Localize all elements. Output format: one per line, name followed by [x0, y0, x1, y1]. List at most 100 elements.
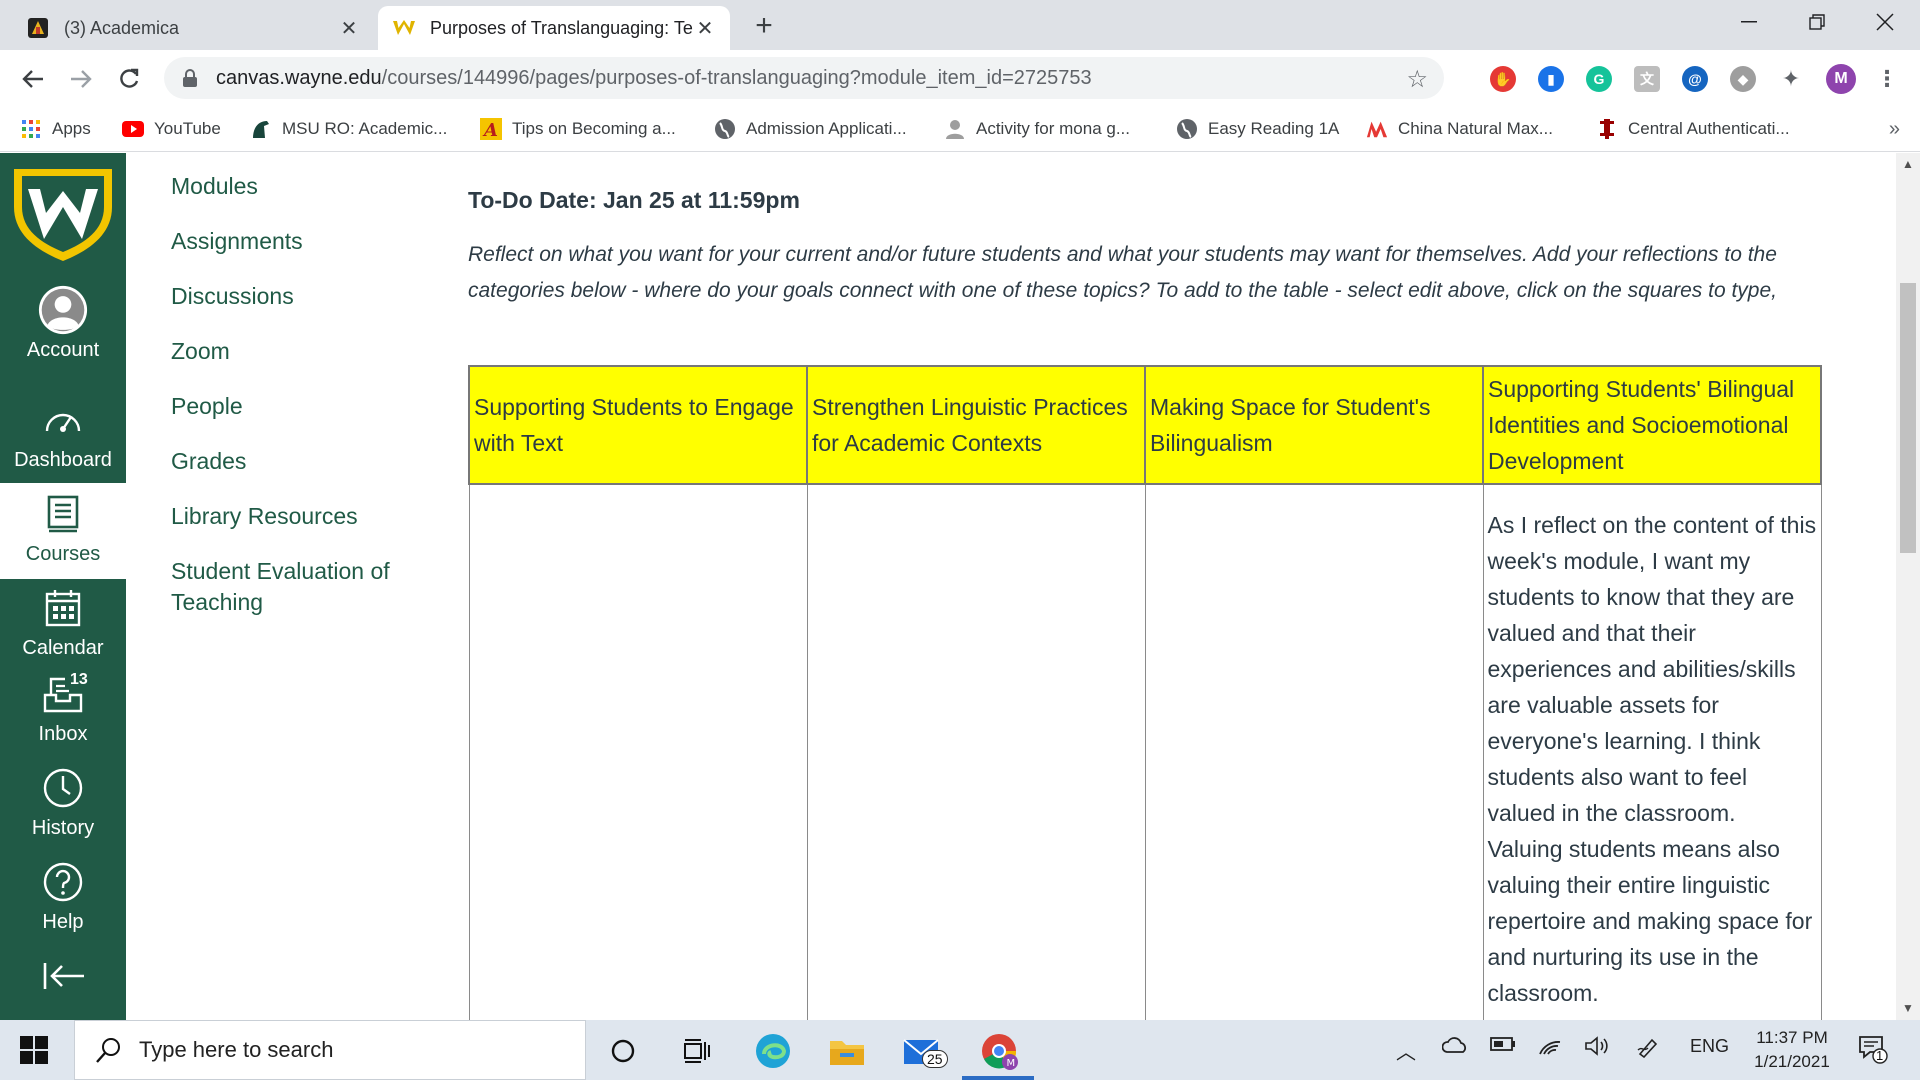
- browser-menu-icon[interactable]: ⋮: [1874, 66, 1900, 92]
- reload-icon[interactable]: [112, 62, 146, 96]
- bookmark-admission[interactable]: Admission Applicati...: [714, 114, 907, 144]
- nav-help[interactable]: Help: [0, 857, 126, 947]
- bookmarks-overflow-button[interactable]: »: [1889, 118, 1900, 141]
- restore-window-icon[interactable]: [1782, 0, 1852, 44]
- nav-account[interactable]: Account: [0, 285, 126, 375]
- table-cell[interactable]: As I reflect on the content of this week…: [1482, 483, 1822, 1020]
- minimize-window-icon[interactable]: [1714, 0, 1784, 44]
- vertical-scrollbar[interactable]: ▲ ▼: [1896, 153, 1920, 1020]
- bookmark-easy-reading[interactable]: Easy Reading 1A: [1176, 114, 1339, 144]
- instructions-text: Reflect on what you want for your curren…: [468, 243, 1778, 302]
- course-link-discussions[interactable]: Discussions: [171, 281, 431, 312]
- mail-icon[interactable]: 25: [900, 1030, 948, 1072]
- task-view-icon[interactable]: [676, 1030, 718, 1072]
- chrome-icon[interactable]: M: [978, 1030, 1020, 1072]
- bookmark-china-natural[interactable]: China Natural Max...: [1366, 114, 1553, 144]
- page-content: To-Do Date: Jan 25 at 11:59pm Reflect on…: [466, 153, 1896, 1020]
- avatar-icon: [38, 285, 88, 335]
- onedrive-icon[interactable]: [1441, 1036, 1468, 1059]
- course-link-modules[interactable]: Modules: [171, 171, 431, 202]
- close-tab-icon[interactable]: ✕: [338, 17, 360, 40]
- active-app-indicator: [962, 1076, 1034, 1080]
- table-cell[interactable]: [1144, 483, 1484, 1020]
- table-cell[interactable]: [468, 483, 808, 1020]
- profile-avatar[interactable]: M: [1826, 64, 1856, 94]
- scroll-up-arrow-icon[interactable]: ▲: [1902, 157, 1914, 171]
- bookmark-tips[interactable]: A Tips on Becoming a...: [480, 114, 676, 144]
- nav-inbox[interactable]: 13 Inbox: [0, 669, 126, 759]
- tab-academica[interactable]: (3) Academica ✕: [12, 6, 374, 50]
- action-center-icon[interactable]: 1: [1858, 1034, 1888, 1069]
- search-placeholder: Type here to search: [139, 1037, 334, 1062]
- reflection-table: Supporting Students to Engage with Text …: [468, 365, 1822, 1020]
- bookmark-label: Apps: [52, 119, 91, 138]
- bookmark-activity[interactable]: Activity for mona g...: [944, 114, 1130, 144]
- close-window-icon[interactable]: [1850, 0, 1920, 44]
- course-link-people[interactable]: People: [171, 391, 431, 422]
- volume-icon[interactable]: [1584, 1036, 1610, 1061]
- battery-icon[interactable]: [1490, 1036, 1516, 1057]
- table-header-row: Supporting Students to Engage with Text …: [468, 365, 1822, 485]
- course-link-student-evaluation[interactable]: Student Evaluation of Teaching: [171, 556, 431, 618]
- notification-count-badge: 1: [1876, 1048, 1884, 1063]
- bookmarks-bar: Apps YouTube MSU RO: Academic... A Tips …: [0, 106, 1920, 152]
- shield-extension-icon[interactable]: ◆: [1730, 66, 1756, 92]
- nav-label: Account: [26, 339, 100, 361]
- iu-logo-icon: [1596, 118, 1618, 140]
- nav-calendar[interactable]: Calendar: [0, 583, 126, 673]
- nav-history[interactable]: History: [0, 763, 126, 853]
- cortana-icon[interactable]: [602, 1030, 644, 1072]
- collapse-nav-icon[interactable]: [42, 961, 86, 991]
- pen-workspace-icon[interactable]: [1636, 1036, 1660, 1063]
- bookmark-msu-ro[interactable]: MSU RO: Academic...: [250, 114, 447, 144]
- scroll-down-arrow-icon[interactable]: ▼: [1902, 1001, 1914, 1015]
- system-clock[interactable]: 11:37 PM 1/21/2021: [1744, 1026, 1840, 1074]
- course-link-grades[interactable]: Grades: [171, 446, 431, 477]
- course-link-zoom[interactable]: Zoom: [171, 336, 431, 367]
- bookmark-apps[interactable]: Apps: [20, 114, 91, 144]
- clock-time: 11:37 PM: [1756, 1028, 1828, 1047]
- bookmark-central-auth[interactable]: Central Authenticati...: [1596, 114, 1790, 144]
- person-icon: [944, 118, 966, 140]
- back-icon[interactable]: [16, 62, 50, 96]
- table-header-cell: Supporting Students to Engage with Text: [468, 365, 808, 485]
- inbox-unread-badge: 13: [70, 671, 88, 688]
- edge-browser-icon[interactable]: [752, 1030, 794, 1072]
- tab-translanguaging[interactable]: Purposes of Translanguaging: Te ✕: [378, 6, 730, 50]
- lock-icon: [182, 69, 200, 87]
- bookmark-label: Easy Reading 1A: [1208, 119, 1340, 138]
- wayne-state-logo[interactable]: [8, 163, 118, 263]
- scrollbar-thumb[interactable]: [1900, 283, 1916, 553]
- show-hidden-icons-icon[interactable]: ︿: [1396, 1036, 1416, 1065]
- grammarly-extension-icon[interactable]: G: [1586, 66, 1612, 92]
- mail-badge: 25: [922, 1050, 948, 1068]
- wifi-icon[interactable]: [1538, 1036, 1562, 1061]
- m-logo-icon: [1366, 118, 1388, 140]
- table-cell[interactable]: [806, 483, 1146, 1020]
- close-tab-icon[interactable]: ✕: [694, 17, 716, 40]
- address-bar[interactable]: canvas.wayne.edu/courses/144996/pages/pu…: [164, 57, 1444, 99]
- input-language[interactable]: ENG: [1690, 1036, 1729, 1057]
- nav-label: Help: [42, 911, 84, 933]
- adblock-extension-icon[interactable]: ✋: [1490, 66, 1516, 92]
- file-explorer-icon[interactable]: [826, 1030, 868, 1072]
- nav-label: Calendar: [22, 637, 104, 659]
- extensions-puzzle-icon[interactable]: ✦: [1778, 66, 1804, 92]
- course-link-library-resources[interactable]: Library Resources: [171, 501, 431, 532]
- clock-date: 1/21/2021: [1754, 1052, 1830, 1071]
- nav-dashboard[interactable]: Dashboard: [0, 395, 126, 485]
- nav-label: Courses: [25, 543, 101, 565]
- windows-start-icon[interactable]: [14, 1032, 54, 1068]
- at-extension-icon[interactable]: @: [1682, 66, 1708, 92]
- forward-icon[interactable]: [64, 62, 98, 96]
- nav-courses[interactable]: Courses: [0, 483, 126, 579]
- translate-extension-icon[interactable]: 文: [1634, 66, 1660, 92]
- bookmark-extension-icon[interactable]: ▮: [1538, 66, 1564, 92]
- bookmark-youtube[interactable]: YouTube: [122, 114, 221, 144]
- new-tab-button[interactable]: +: [748, 9, 780, 42]
- tab-title: (3) Academica: [64, 17, 180, 38]
- taskbar-search-input[interactable]: Type here to search: [74, 1020, 586, 1080]
- course-link-assignments[interactable]: Assignments: [171, 226, 431, 257]
- bookmark-star-icon[interactable]: ☆: [1406, 65, 1428, 94]
- browser-toolbar: canvas.wayne.edu/courses/144996/pages/pu…: [0, 50, 1920, 106]
